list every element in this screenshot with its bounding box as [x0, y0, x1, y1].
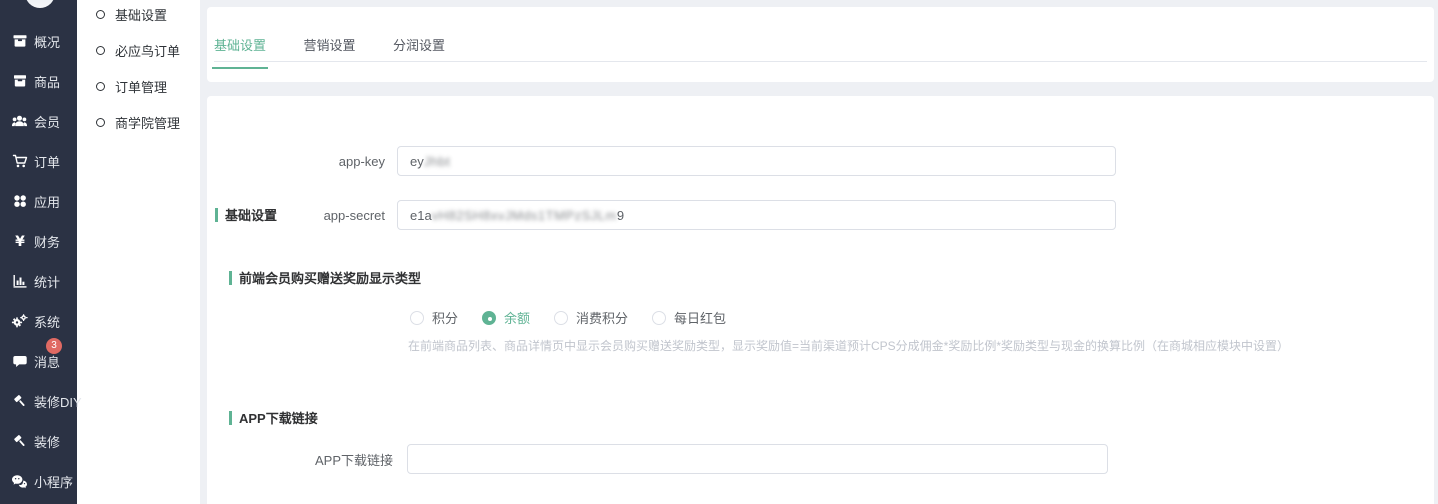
app-key-label: app-key [207, 154, 385, 169]
sidebar-item-decorate[interactable]: 装修 [0, 421, 77, 461]
section-header-app-link: APP下载链接 [229, 408, 318, 427]
app-key-value-masked: Jhbt [424, 154, 451, 169]
circle-bullet-icon [96, 10, 105, 19]
app-secret-value-suffix: 9 [617, 208, 624, 223]
system-icon [11, 313, 28, 330]
field-row-app-download-link: APP下载链接 [207, 444, 1108, 474]
app-key-value-visible: ey [410, 154, 424, 169]
field-row-app-secret: app-secret e1avH82SH8xvJMds1TMPzSJLm9 [207, 200, 1116, 230]
orders-icon [11, 153, 28, 170]
reward-help-text: 在前端商品列表、商品详情页中显示会员购买赠送奖励类型，显示奖励值=当前渠道预计C… [408, 337, 1289, 354]
sidebar-item-orders[interactable]: 订单 [0, 141, 77, 181]
section-header-reward-type: 前端会员购买赠送奖励显示类型 [229, 268, 421, 287]
sidebar-item-label: 装修DIY [34, 392, 82, 411]
circle-bullet-icon [96, 82, 105, 91]
submenu-item-academy-management[interactable]: 商学院管理 [77, 104, 200, 140]
app-secret-value-visible: e1a [410, 208, 432, 223]
app-key-input[interactable]: eyJhbt [397, 146, 1116, 176]
field-row-app-key: app-key eyJhbt [207, 146, 1116, 176]
submenu-item-basic-settings[interactable]: 基础设置 [77, 0, 200, 32]
radio-points[interactable]: 积分 [410, 308, 458, 327]
submenu-item-order-management[interactable]: 订单管理 [77, 68, 200, 104]
radio-icon [410, 311, 424, 325]
app-secret-input[interactable]: e1avH82SH8xvJMds1TMPzSJLm9 [397, 200, 1116, 230]
sidebar-item-decorate-diy[interactable]: 装修DIY [0, 381, 77, 421]
sidebar-item-label: 概况 [34, 32, 60, 51]
goods-icon [11, 73, 28, 90]
section-marker-bar [229, 271, 232, 285]
sidebar-item-label: 系统 [34, 312, 60, 331]
section-title: 前端会员购买赠送奖励显示类型 [239, 268, 421, 287]
sidebar-item-apps[interactable]: 应用 [0, 181, 77, 221]
section-title: APP下载链接 [239, 408, 318, 427]
app-download-link-input[interactable] [407, 444, 1108, 474]
sidebar-item-messages[interactable]: 消息 3 [0, 341, 77, 381]
circle-bullet-icon [96, 118, 105, 127]
sidebar-item-members[interactable]: 会员 [0, 101, 77, 141]
message-count-badge: 3 [46, 338, 62, 354]
section-marker-bar [229, 411, 232, 425]
sidebar-item-label: 小程序 [34, 472, 73, 491]
main-sidebar: 概况 商品 会员 订单 应用 ¥ [0, 0, 77, 504]
miniprogram-icon [11, 473, 28, 490]
circle-bullet-icon [96, 46, 105, 55]
sidebar-item-goods[interactable]: 商品 [0, 61, 77, 101]
settings-form-card: 基础设置 app-key eyJhbt app-secret e1avH82SH… [207, 96, 1434, 504]
members-icon [11, 113, 28, 130]
submenu-item-bingbird-orders[interactable]: 必应鸟订单 [77, 32, 200, 68]
sidebar-item-label: 会员 [34, 112, 60, 131]
submenu-item-label: 商学院管理 [115, 113, 180, 132]
stats-icon [11, 273, 28, 290]
tab-basic-settings[interactable]: 基础设置 [214, 29, 266, 68]
radio-consume-points[interactable]: 消费积分 [554, 308, 628, 327]
app-secret-label: app-secret [207, 208, 385, 223]
radio-balance[interactable]: 余额 [482, 308, 530, 327]
tab-marketing-settings[interactable]: 营销设置 [303, 29, 355, 68]
sidebar-item-label: 装修 [34, 432, 60, 451]
finance-icon: ¥ [11, 233, 28, 250]
sidebar-item-finance[interactable]: ¥ 财务 [0, 221, 77, 261]
secondary-menu: 基础设置 必应鸟订单 订单管理 商学院管理 [77, 0, 200, 504]
overview-icon [11, 33, 28, 50]
sidebar-item-label: 财务 [34, 232, 60, 251]
sidebar-item-stats[interactable]: 统计 [0, 261, 77, 301]
radio-icon [554, 311, 568, 325]
gavel-icon [11, 393, 28, 410]
radio-icon [652, 311, 666, 325]
tabs-card: 基础设置 营销设置 分润设置 [207, 7, 1434, 82]
submenu-item-label: 订单管理 [115, 77, 167, 96]
sidebar-item-label: 商品 [34, 72, 60, 91]
sidebar-item-overview[interactable]: 概况 [0, 21, 77, 61]
radio-icon-checked [482, 311, 496, 325]
reward-type-radio-group: 积分 余额 消费积分 每日红包 [410, 308, 750, 327]
gavel-icon [11, 433, 28, 450]
app-download-link-label: APP下载链接 [207, 450, 393, 469]
user-avatar[interactable] [25, 0, 55, 8]
message-icon [11, 353, 28, 370]
sidebar-item-system[interactable]: 系统 [0, 301, 77, 341]
sidebar-item-label: 订单 [34, 152, 60, 171]
sidebar-item-label: 应用 [34, 192, 60, 211]
tab-profit-settings[interactable]: 分润设置 [393, 29, 445, 68]
sidebar-item-label: 统计 [34, 272, 60, 291]
apps-icon [11, 193, 28, 210]
radio-daily-redpacket[interactable]: 每日红包 [652, 308, 726, 327]
app-secret-value-masked: vH82SH8xvJMds1TMPzSJLm [432, 208, 617, 223]
sidebar-item-label: 消息 [34, 352, 60, 371]
submenu-item-label: 必应鸟订单 [115, 41, 180, 60]
sidebar-item-miniprogram[interactable]: 小程序 [0, 461, 77, 501]
svg-text:¥: ¥ [15, 234, 25, 249]
tab-bar: 基础设置 营销设置 分润设置 [214, 29, 1427, 62]
submenu-item-label: 基础设置 [115, 5, 167, 24]
